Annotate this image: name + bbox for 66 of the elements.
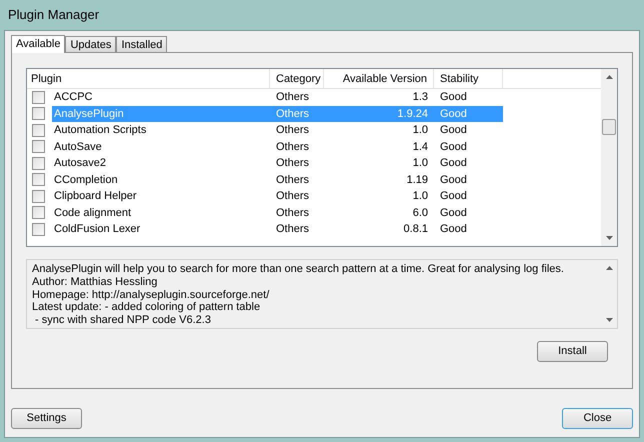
- description-line: Latest update: - added coloring of pattern table: [32, 301, 262, 314]
- column-header[interactable]: Available Version: [324, 69, 434, 89]
- checkbox[interactable]: [32, 156, 45, 170]
- plugin-name[interactable]: AutoSave: [52, 138, 270, 155]
- table-cell-text: Good: [439, 140, 468, 154]
- column-header[interactable]: Plugin: [27, 69, 270, 89]
- plugin-name[interactable]: Code alignment: [52, 204, 270, 221]
- table-cell-text: Others: [275, 106, 310, 122]
- scroll-up-icon[interactable]: [606, 75, 612, 79]
- description-line: AnalysePlugin will help you to search for more than one search pattern at a time. Great for analysing log files.: [32, 263, 565, 276]
- table-cell-text: 1.4: [412, 140, 429, 154]
- checkbox[interactable]: [32, 190, 45, 203]
- table-cell-text: 1.0: [412, 189, 429, 204]
- scrollbar[interactable]: [601, 69, 617, 246]
- table-cell-text: Good: [439, 106, 468, 122]
- table-cell-text: 1.3: [412, 90, 429, 105]
- plugin-name[interactable]: ACCPC: [52, 89, 270, 106]
- table-cell-text: Good: [439, 222, 468, 237]
- table-cell-text: 1.0: [412, 156, 429, 171]
- table-cell-text: 1.0: [412, 123, 429, 138]
- table-cell-text: Others: [275, 140, 310, 154]
- table-cell-text: Good: [439, 156, 468, 171]
- description-line: Homepage: http://analyseplugin.sourceforge.net/: [32, 288, 270, 302]
- table-cell-text: Good: [439, 206, 468, 220]
- description-line: Author: Matthias Hessling: [32, 276, 158, 289]
- checkbox[interactable]: [32, 222, 45, 236]
- checkbox[interactable]: [32, 206, 45, 220]
- scroll-down-icon[interactable]: [606, 318, 612, 322]
- table-cell-text: Good: [439, 189, 468, 204]
- tab[interactable]: Installed: [116, 36, 168, 52]
- checkbox[interactable]: [32, 107, 45, 120]
- close-button[interactable]: Close: [562, 408, 633, 429]
- plugin-name[interactable]: Autosave2: [52, 155, 270, 172]
- table-cell-text: Good: [439, 123, 468, 138]
- install-button[interactable]: Install: [537, 341, 608, 362]
- table-cell-text: Others: [275, 222, 310, 237]
- table-cell-text: Others: [275, 172, 310, 188]
- table-cell-text: Others: [275, 206, 310, 220]
- table-cell-text: Others: [275, 90, 310, 105]
- checkbox[interactable]: [32, 140, 45, 154]
- table-cell-text: Others: [275, 123, 310, 138]
- tab[interactable]: Available: [11, 35, 66, 53]
- scroll-up-icon[interactable]: [606, 266, 612, 270]
- table-cell-text: 1.19: [406, 172, 429, 188]
- table-cell-text: 1.9.24: [396, 106, 429, 122]
- table-cell-text: Others: [275, 189, 310, 204]
- table-cell-text: 6.0: [412, 206, 429, 220]
- plugin-name[interactable]: Clipboard Helper: [52, 188, 270, 204]
- scroll-thumb[interactable]: [602, 118, 616, 134]
- checkbox[interactable]: [32, 90, 45, 104]
- table-cell-text: Good: [439, 172, 468, 188]
- settings-button[interactable]: Settings: [11, 408, 82, 429]
- tab[interactable]: Updates: [65, 36, 116, 52]
- table-cell-text: Good: [439, 90, 468, 105]
- table-cell-text: 0.8.1: [402, 222, 429, 237]
- plugin-name[interactable]: CCompletion: [52, 172, 270, 188]
- checkbox[interactable]: [32, 124, 45, 137]
- column-header[interactable]: Category: [270, 69, 324, 89]
- checkbox[interactable]: [32, 173, 45, 186]
- column-header[interactable]: Stability: [434, 69, 503, 89]
- description-line: - sync with shared NPP code V6.2.3: [34, 314, 212, 327]
- scroll-down-icon[interactable]: [606, 236, 612, 240]
- window-title: Plugin Manager: [7, 6, 100, 24]
- table-cell-text: Others: [275, 156, 310, 171]
- plugin-name[interactable]: Automation Scripts: [52, 122, 270, 138]
- plugin-name[interactable]: ColdFusion Lexer: [52, 221, 270, 238]
